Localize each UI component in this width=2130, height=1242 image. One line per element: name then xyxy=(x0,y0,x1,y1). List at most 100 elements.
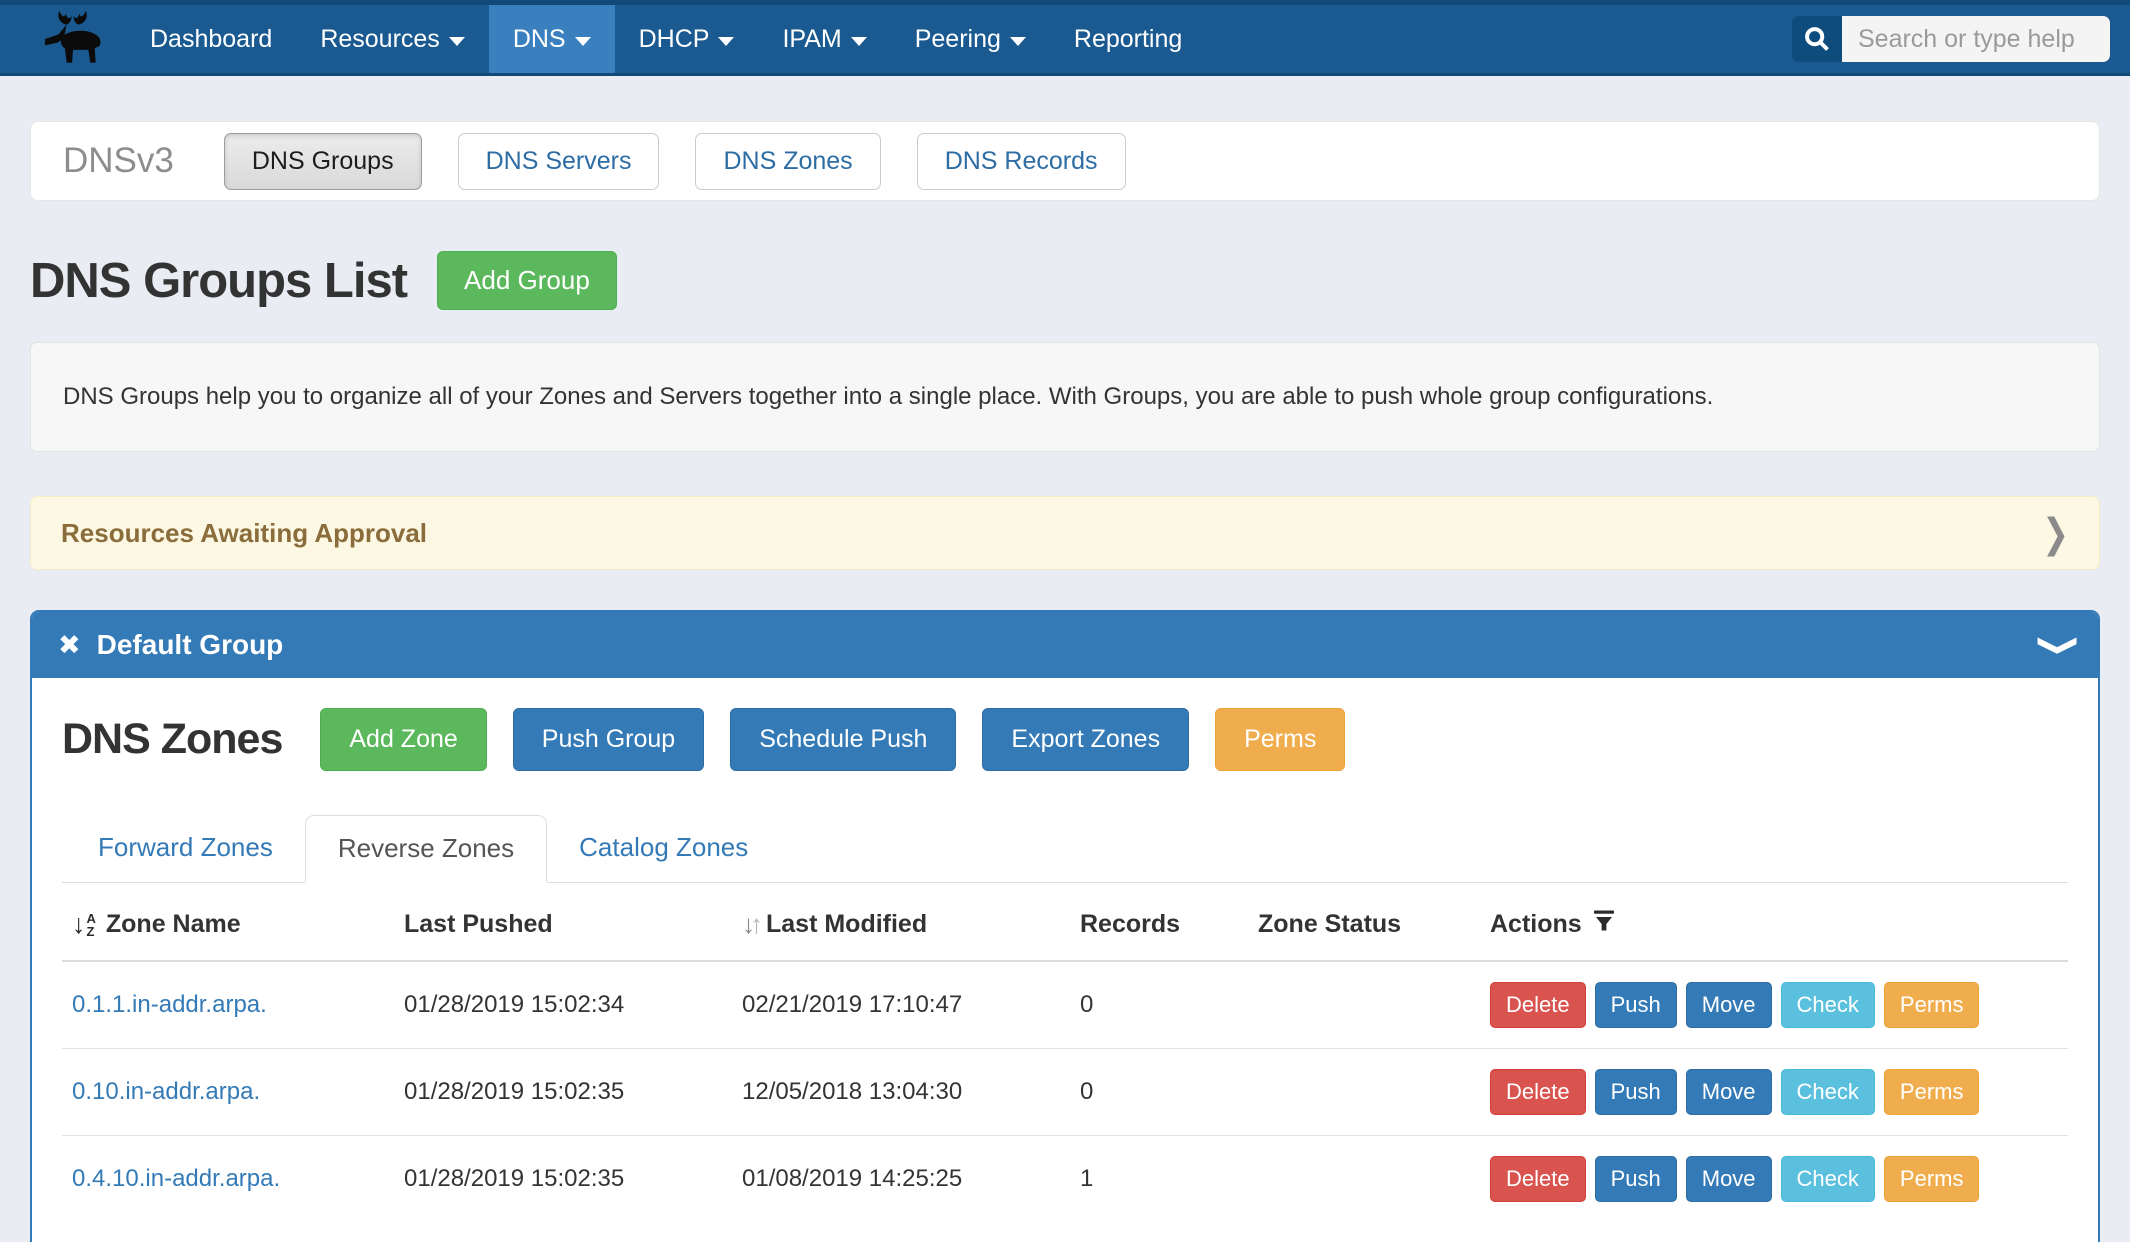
default-group-title: Default Group xyxy=(97,629,284,661)
add-group-button[interactable]: Add Group xyxy=(437,251,617,310)
delete-button[interactable]: Delete xyxy=(1490,982,1586,1028)
caret-down-icon xyxy=(449,37,465,46)
col-zone-name[interactable]: Zone Name xyxy=(106,910,241,939)
schedule-push-button[interactable]: Schedule Push xyxy=(730,708,956,771)
search-button[interactable] xyxy=(1792,16,1842,62)
col-last-modified[interactable]: Last Modified xyxy=(766,910,927,939)
perms-row-button[interactable]: Perms xyxy=(1884,1069,1980,1115)
last-modified-cell: 12/05/2018 13:04:30 xyxy=(732,1049,1070,1136)
tab-reverse-zones[interactable]: Reverse Zones xyxy=(305,815,547,883)
moose-icon xyxy=(34,10,112,68)
zone-link[interactable]: 0.1.1.in-addr.arpa. xyxy=(72,991,267,1018)
row-actions: Delete Push Move Check Perms xyxy=(1490,1069,2058,1115)
last-modified-cell: 01/08/2019 14:25:25 xyxy=(732,1136,1070,1223)
dns-servers-button[interactable]: DNS Servers xyxy=(458,133,660,190)
zone-link[interactable]: 0.10.in-addr.arpa. xyxy=(72,1078,260,1105)
sort-alpha-asc-icon[interactable]: ↓ AZ xyxy=(72,909,96,940)
groups-description: DNS Groups help you to organize all of y… xyxy=(30,342,2100,452)
col-records[interactable]: Records xyxy=(1080,910,1180,938)
caret-down-icon xyxy=(718,37,734,46)
dns-zones-heading: DNS Zones xyxy=(62,715,282,764)
nav-label: DNS xyxy=(513,25,566,54)
nav-item-ipam[interactable]: IPAM xyxy=(758,5,890,73)
zones-table: ↓ AZ Zone Name Last Pushed ↓↑ xyxy=(62,885,2068,1222)
search-input[interactable] xyxy=(1842,16,2110,62)
last-pushed-cell: 01/28/2019 15:02:35 xyxy=(394,1136,732,1223)
caret-down-icon xyxy=(1010,37,1026,46)
nav-label: IPAM xyxy=(782,25,841,54)
check-button[interactable]: Check xyxy=(1781,1156,1875,1202)
perms-row-button[interactable]: Perms xyxy=(1884,982,1980,1028)
close-icon[interactable]: ✖ xyxy=(58,630,81,661)
tab-catalog-zones[interactable]: Catalog Zones xyxy=(547,815,780,883)
records-cell: 0 xyxy=(1070,1049,1248,1136)
nav-label: Peering xyxy=(915,25,1001,54)
tab-forward-zones[interactable]: Forward Zones xyxy=(66,815,305,883)
add-zone-button[interactable]: Add Zone xyxy=(320,708,486,771)
default-group-panel: ✖ Default Group ❯ DNS Zones Add Zone Pus… xyxy=(30,610,2100,1242)
moose-logo[interactable] xyxy=(20,5,126,73)
caret-down-icon xyxy=(851,37,867,46)
move-button[interactable]: Move xyxy=(1686,982,1772,1028)
records-cell: 0 xyxy=(1070,961,1248,1049)
dnsv3-title: DNSv3 xyxy=(63,141,174,181)
filter-icon[interactable] xyxy=(1592,909,1616,940)
nav-label: Reporting xyxy=(1074,25,1182,54)
nav-item-reporting[interactable]: Reporting xyxy=(1050,5,1206,73)
row-actions: Delete Push Move Check Perms xyxy=(1490,982,2058,1028)
table-row: 0.10.in-addr.arpa. 01/28/2019 15:02:35 1… xyxy=(62,1049,2068,1136)
delete-button[interactable]: Delete xyxy=(1490,1069,1586,1115)
zones-table-header-row: ↓ AZ Zone Name Last Pushed ↓↑ xyxy=(62,885,2068,961)
nav-item-dashboard[interactable]: Dashboard xyxy=(126,5,296,73)
export-zones-button[interactable]: Export Zones xyxy=(982,708,1189,771)
top-navbar: Dashboard Resources DNS DHCP IPAM Peerin… xyxy=(0,0,2130,76)
resources-awaiting-approval-panel[interactable]: Resources Awaiting Approval ❯ xyxy=(30,496,2100,570)
dns-groups-button[interactable]: DNS Groups xyxy=(224,133,422,190)
dns-records-button[interactable]: DNS Records xyxy=(917,133,1126,190)
col-zone-status[interactable]: Zone Status xyxy=(1258,910,1401,938)
col-last-pushed[interactable]: Last Pushed xyxy=(404,910,553,938)
nav-items: Dashboard Resources DNS DHCP IPAM Peerin… xyxy=(126,5,1206,73)
last-pushed-cell: 01/28/2019 15:02:34 xyxy=(394,961,732,1049)
search-icon xyxy=(1803,25,1831,53)
check-button[interactable]: Check xyxy=(1781,982,1875,1028)
perms-button[interactable]: Perms xyxy=(1215,708,1345,771)
table-row: 0.1.1.in-addr.arpa. 01/28/2019 15:02:34 … xyxy=(62,961,2068,1049)
move-button[interactable]: Move xyxy=(1686,1156,1772,1202)
delete-button[interactable]: Delete xyxy=(1490,1156,1586,1202)
nav-item-dns[interactable]: DNS xyxy=(489,5,615,73)
last-modified-cell: 02/21/2019 17:10:47 xyxy=(732,961,1070,1049)
nav-item-resources[interactable]: Resources xyxy=(296,5,489,73)
push-button[interactable]: Push xyxy=(1595,1156,1677,1202)
push-button[interactable]: Push xyxy=(1595,1069,1677,1115)
table-row: 0.4.10.in-addr.arpa. 01/28/2019 15:02:35… xyxy=(62,1136,2068,1223)
nav-label: Resources xyxy=(320,25,440,54)
sort-updown-icon[interactable]: ↓↑ xyxy=(742,909,758,940)
dnsv3-buttons: DNS Groups DNS Servers DNS Zones DNS Rec… xyxy=(224,133,1126,190)
search-area xyxy=(1792,5,2110,73)
nav-item-peering[interactable]: Peering xyxy=(891,5,1050,73)
records-cell: 1 xyxy=(1070,1136,1248,1223)
caret-down-icon xyxy=(575,37,591,46)
push-button[interactable]: Push xyxy=(1595,982,1677,1028)
last-pushed-cell: 01/28/2019 15:02:35 xyxy=(394,1049,732,1136)
zone-link[interactable]: 0.4.10.in-addr.arpa. xyxy=(72,1165,280,1192)
nav-item-dhcp[interactable]: DHCP xyxy=(615,5,759,73)
page-title: DNS Groups List xyxy=(30,253,407,309)
row-actions: Delete Push Move Check Perms xyxy=(1490,1156,2058,1202)
chevron-down-icon[interactable]: ❯ xyxy=(2037,632,2083,657)
dns-zones-button[interactable]: DNS Zones xyxy=(695,133,880,190)
search-box xyxy=(1792,16,2110,62)
move-button[interactable]: Move xyxy=(1686,1069,1772,1115)
nav-label: DHCP xyxy=(639,25,710,54)
zones-tabs: Forward Zones Reverse Zones Catalog Zone… xyxy=(62,815,2068,883)
nav-label: Dashboard xyxy=(150,25,272,54)
check-button[interactable]: Check xyxy=(1781,1069,1875,1115)
col-actions: Actions xyxy=(1490,910,1582,939)
push-group-button[interactable]: Push Group xyxy=(513,708,704,771)
zone-status-cell xyxy=(1248,1049,1480,1136)
perms-row-button[interactable]: Perms xyxy=(1884,1156,1980,1202)
page-title-row: DNS Groups List Add Group xyxy=(30,251,2100,310)
default-group-header[interactable]: ✖ Default Group ❯ xyxy=(32,612,2098,678)
zone-status-cell xyxy=(1248,1136,1480,1223)
